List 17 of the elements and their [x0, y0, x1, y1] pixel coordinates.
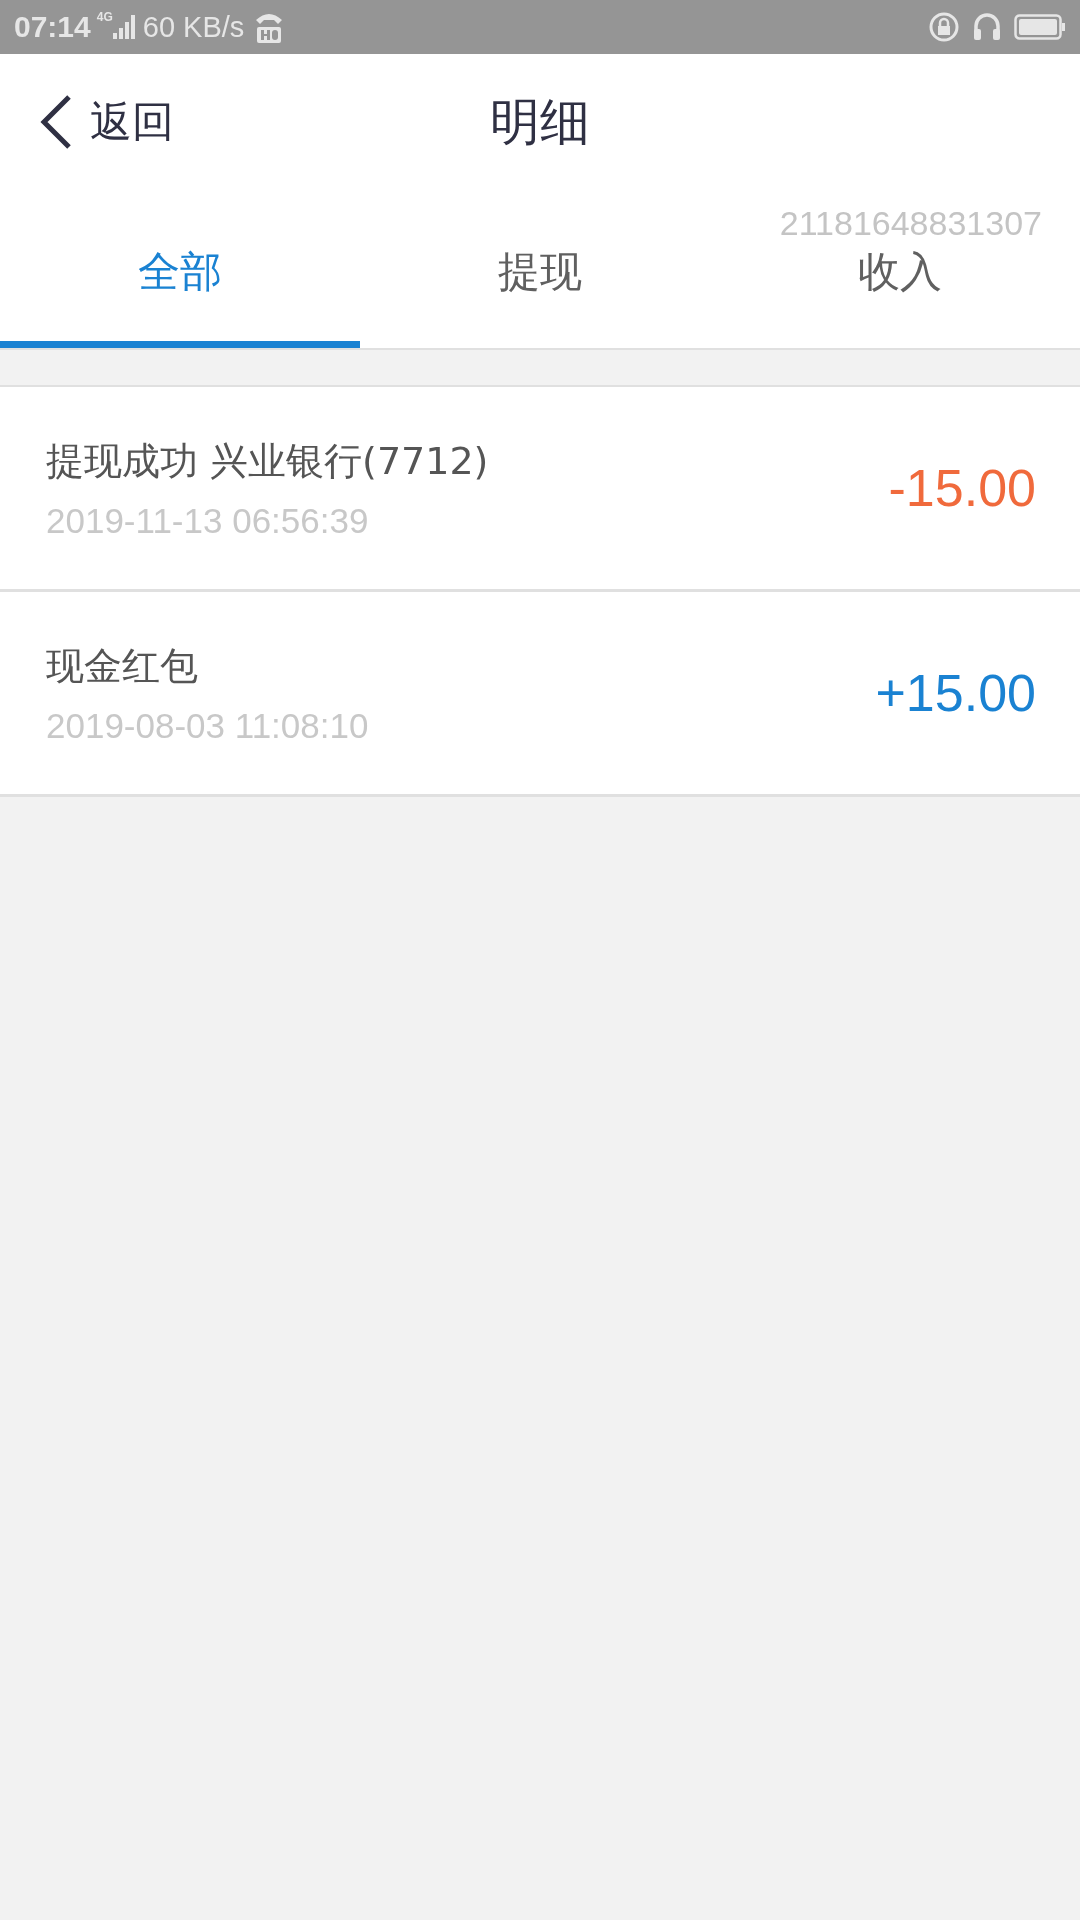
transaction-title: 现金红包 — [46, 642, 199, 690]
tab[interactable]: 全部 — [0, 190, 360, 348]
transaction-amount: -15.00 — [888, 458, 1036, 518]
user-id-text: 21181648831307 — [779, 206, 1042, 240]
rotation-lock-icon — [928, 11, 960, 43]
transaction-title: 提现成功 兴业银行(7712) — [46, 437, 490, 485]
network-speed: 60 KB/s — [142, 10, 245, 44]
back-chevron-icon — [40, 94, 72, 150]
transaction-amount: +15.00 — [875, 663, 1036, 723]
back-button[interactable]: 返回 — [40, 90, 174, 154]
clock: 07:14 — [14, 10, 91, 44]
signal-icon — [112, 15, 135, 39]
headphones-icon — [972, 11, 1002, 43]
battery-icon — [1014, 14, 1066, 40]
page-title: 明细 — [490, 92, 590, 153]
network-type: 4G — [96, 10, 113, 24]
tab[interactable]: 提现 — [360, 190, 720, 348]
